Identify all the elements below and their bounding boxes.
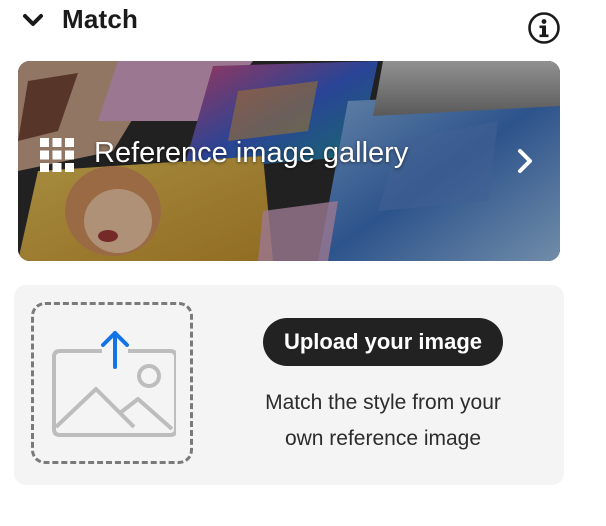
upload-description-line2: own reference image: [284, 427, 482, 450]
grid-icon: [40, 138, 74, 172]
upload-description-line1: Match the style from your: [265, 391, 501, 414]
upload-description: Match the style from your own reference …: [238, 385, 528, 457]
section-title: Match: [62, 4, 139, 34]
upload-card: Upload your image Match the style from y…: [14, 285, 564, 485]
image-upload-icon: [52, 331, 176, 437]
gallery-label: Reference image gallery: [94, 137, 409, 169]
upload-image-button[interactable]: Upload your image: [263, 318, 503, 366]
image-dropzone[interactable]: [31, 302, 193, 464]
chevron-right-icon: [518, 149, 532, 173]
chevron-down-icon[interactable]: [22, 12, 44, 30]
match-panel: Match Reference image gallery Upload you…: [0, 0, 606, 526]
info-icon[interactable]: [527, 11, 561, 45]
reference-image-gallery-button[interactable]: Reference image gallery: [18, 61, 560, 261]
section-header: Match: [0, 0, 606, 48]
